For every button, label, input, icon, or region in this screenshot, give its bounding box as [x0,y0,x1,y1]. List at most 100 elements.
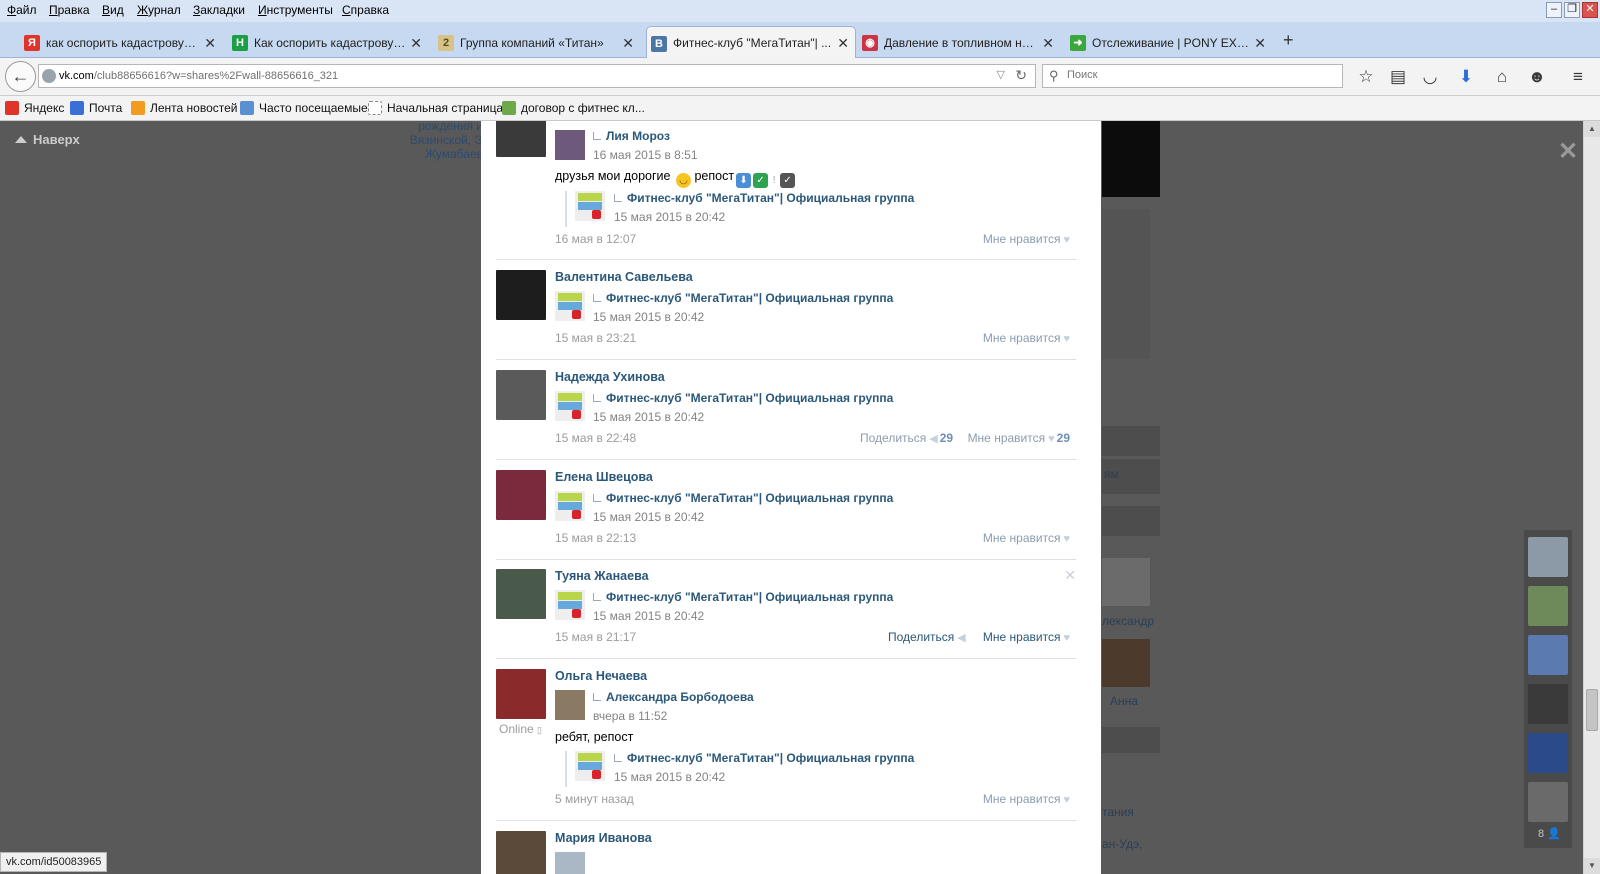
avatar[interactable] [496,569,546,619]
close-icon[interactable]: ✕ [1558,137,1578,166]
tab-1[interactable]: Я как оспорить кадастровую ... ✕ [20,30,222,58]
close-icon[interactable]: ✕ [622,35,634,52]
menu-history[interactable]: Журнал [137,3,181,17]
avatar[interactable] [496,831,546,874]
group-link[interactable]: Фитнес-клуб "МегаТитан"| Официальная гру… [593,391,893,405]
search-input[interactable] [1067,69,1327,81]
author-link[interactable]: Ольга Нечаева [555,669,647,683]
avatar[interactable] [496,270,546,320]
close-icon[interactable]: ✕ [1042,35,1054,52]
bookmark-yandex[interactable]: Яндекс [5,101,64,115]
post-time[interactable]: 15 мая в 21:17 [555,630,636,644]
friend-avatar[interactable] [1528,733,1568,773]
group-link[interactable]: Фитнес-клуб "МегаТитан"| Официальная гру… [614,751,914,765]
close-icon[interactable]: ✕ [204,35,216,52]
author-link[interactable]: Елена Швецова [555,470,653,484]
like-button[interactable]: Мне нравится ♥ [983,331,1070,345]
post-time[interactable]: 15 мая в 23:21 [555,331,636,345]
tab-5[interactable]: ◉ Давление в топливном насо... ✕ [858,30,1060,58]
group-avatar[interactable] [555,391,585,421]
tab-6[interactable]: ➜ Отслеживание | PONY EXPR... ✕ [1066,30,1272,58]
group-link[interactable]: Фитнес-клуб "МегаТитан"| Официальная гру… [593,291,893,305]
close-window-button[interactable]: ✕ [1582,2,1598,18]
scroll-down-arrow-icon[interactable]: ▼ [1584,858,1600,874]
menu-edit[interactable]: Правка [49,3,90,17]
avatar[interactable] [496,370,546,420]
avatar[interactable] [496,121,546,157]
author-link[interactable]: Лия Мороз [593,129,670,143]
bookmark-start-page[interactable]: Начальная страница [368,101,503,115]
friend-avatar[interactable] [1528,537,1568,577]
reading-list-icon[interactable]: ▤ [1388,67,1408,87]
search-box[interactable]: ⚲ [1042,64,1343,88]
hamburger-menu-icon[interactable]: ≡ [1568,67,1588,87]
tab-4-active[interactable]: B Фитнес-клуб "МегаТитан"| ... ✕ [646,26,856,59]
group-avatar[interactable] [555,491,585,521]
like-button[interactable]: Мне нравится ♥ [983,232,1070,246]
friends-count[interactable]: 8 👤 [1538,827,1561,840]
bookmark-most-visited[interactable]: Часто посещаемые [240,101,368,115]
scroll-up-arrow-icon[interactable]: ▲ [1584,121,1600,137]
chat-icon[interactable]: ☻ [1527,67,1547,87]
post-time[interactable]: 15 мая в 22:48 [555,431,636,445]
author-link[interactable]: Валентина Савельева [555,270,693,284]
avatar[interactable] [555,130,585,160]
author-link[interactable]: Надежда Ухинова [555,370,665,384]
like-button[interactable]: Мне нравится ♥ [983,630,1070,644]
star-icon[interactable]: ☆ [1356,67,1376,87]
friend-avatar[interactable] [1528,684,1568,724]
group-avatar[interactable] [555,590,585,620]
menu-file[interactable]: Файл [7,3,37,17]
back-button[interactable]: ← [5,61,36,92]
menu-help[interactable]: Справка [342,3,389,17]
repost-author-link[interactable]: Александра Борбодоева [593,690,754,704]
friend-avatar[interactable] [1528,635,1568,675]
close-icon[interactable]: ✕ [1254,35,1266,52]
group-link[interactable]: Фитнес-клуб "МегаТитан"| Официальная гру… [593,590,893,604]
dropdown-arrow-icon[interactable]: ▽ [997,68,1005,81]
post-time[interactable]: 16 мая в 12:07 [555,232,636,246]
tab-2[interactable]: H Как оспорить кадастровую... ✕ [228,30,428,58]
avatar[interactable] [496,669,546,719]
group-avatar[interactable] [555,291,585,321]
home-icon[interactable]: ⌂ [1492,67,1512,87]
bookmark-mail[interactable]: Почта [70,101,122,115]
author-link[interactable]: Мария Иванова [555,831,652,845]
download-icon[interactable]: ⬇ [1456,67,1476,87]
like-button[interactable]: Мне нравится ♥ 29 [968,431,1070,445]
avatar[interactable] [555,690,585,720]
close-icon[interactable]: ✕ [837,35,849,52]
close-icon[interactable]: ✕ [1064,567,1076,584]
menu-view[interactable]: Вид [102,3,124,17]
scrollbar[interactable]: ▲ ▼ [1583,121,1600,874]
avatar[interactable] [555,852,585,874]
post-time[interactable]: 15 мая в 22:13 [555,531,636,545]
tab-3[interactable]: 2 Группа компаний «Титан» ✕ [434,30,640,58]
like-button[interactable]: Мне нравится ♥ [983,531,1070,545]
pocket-icon[interactable]: ◡ [1420,67,1440,87]
menu-tools[interactable]: Инструменты [258,3,333,17]
bookmark-fitness-contract[interactable]: договор с фитнес кл... [502,101,645,115]
menu-bookmarks[interactable]: Закладки [193,3,245,17]
post-time[interactable]: 5 минут назад [555,792,634,806]
new-tab-button[interactable]: + [1283,30,1294,51]
friend-avatar[interactable] [1528,586,1568,626]
reload-icon[interactable]: ↻ [1015,67,1027,84]
friend-avatar[interactable] [1528,782,1568,822]
group-link[interactable]: Фитнес-клуб "МегаТитан"| Официальная гру… [593,491,893,505]
minimize-button[interactable]: – [1546,2,1562,18]
group-avatar[interactable] [575,191,605,221]
share-button[interactable]: Поделиться ◀ 29 [860,431,953,445]
close-icon[interactable]: ✕ [410,35,422,52]
share-button[interactable]: Поделиться ◀ [888,630,966,644]
restore-button[interactable]: ❐ [1564,2,1580,18]
avatar[interactable] [496,470,546,520]
address-bar[interactable]: vk.com/club88656616?w=shares%2Fwall-8865… [38,64,1036,88]
author-link[interactable]: Туяна Жанаева [555,569,649,583]
scrollbar-thumb[interactable] [1586,689,1598,731]
bookmark-news-feed[interactable]: Лента новостей [131,101,238,115]
group-link[interactable]: Фитнес-клуб "МегаТитан"| Официальная гру… [614,191,914,205]
like-button[interactable]: Мне нравится ♥ [983,792,1070,806]
back-to-top-link[interactable]: Наверх [15,132,80,147]
group-avatar[interactable] [575,751,605,781]
